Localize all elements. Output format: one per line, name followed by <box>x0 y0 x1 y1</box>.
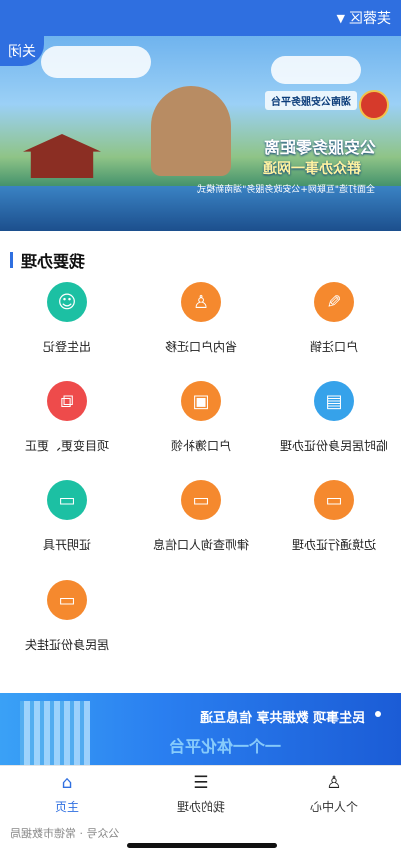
pavilion-image <box>23 134 101 178</box>
user-icon: ♙ <box>326 773 342 793</box>
banner-platform-text: 湖南公安服务平台 <box>265 91 357 110</box>
id-card-icon: ▭ <box>181 480 221 520</box>
tab-label: 个人中心 <box>310 800 359 814</box>
service-birth-registration[interactable]: ☺ 出生登记 <box>0 282 134 355</box>
certificate-icon: ▭ <box>47 480 87 520</box>
promo-text-secondary: 一个一体化平台 <box>168 737 281 756</box>
person-move-icon: ♙ <box>181 282 221 322</box>
service-label: 律师查询人口信息 <box>153 538 250 552</box>
statue-image <box>151 86 231 176</box>
service-hukou-transfer[interactable]: ♙ 省内户口迁移 <box>134 282 268 355</box>
service-label: 项目变更、更正 <box>25 439 110 453</box>
section-accent-bar <box>10 252 13 268</box>
promo-text: 民生事项 数据共享 信息互通 <box>199 711 365 726</box>
region-selector[interactable]: 芙蓉区 ▼ <box>337 8 391 28</box>
service-label: 户口簿补领 <box>171 439 232 453</box>
cloud-decoration <box>271 56 361 84</box>
service-border-pass[interactable]: ▭ 边境通行证办理 <box>267 480 401 553</box>
service-lawyer-query[interactable]: ▭ 律师查询人口信息 <box>134 480 268 553</box>
service-item-change[interactable]: ⧉ 项目变更、更正 <box>0 381 134 454</box>
service-label: 户口注销 <box>310 340 359 354</box>
service-id-card-loss[interactable]: ▭ 居民身份证挂失 <box>0 580 134 653</box>
home-indicator[interactable] <box>127 843 277 848</box>
promo-banner[interactable]: 湖南公安服务平台 公安服务零距离 群众办事一网通 全面打造"互联网+公安政务服务… <box>0 36 401 231</box>
footer-watermark: 公众号 · 常德市数据局 <box>10 827 120 840</box>
tab-profile[interactable]: ♙ 个人中心 <box>267 772 401 815</box>
service-label: 临时居民身份证办理 <box>280 439 389 453</box>
list-icon: ☰ <box>193 773 209 793</box>
cancel-document-icon: ✎ <box>314 282 354 322</box>
section-title: 我要办理 <box>21 252 86 271</box>
service-certificate[interactable]: ▭ 证明开具 <box>0 480 134 553</box>
cloud-decoration <box>41 46 151 78</box>
top-bar: 芙蓉区 ▼ <box>0 0 401 36</box>
edit-clipboard-icon: ⧉ <box>47 381 87 421</box>
dot-decoration <box>375 711 381 717</box>
banner-subline: 群众办事一网通 <box>263 161 361 177</box>
bottom-tab-bar: ⌂ 主页 ☰ 我的办理 ♙ 个人中心 <box>0 765 401 818</box>
building-illustration <box>20 701 90 765</box>
service-label: 证明开具 <box>43 538 92 552</box>
chevron-down-icon: ▼ <box>336 11 345 25</box>
baby-face-icon: ☺ <box>47 282 87 322</box>
tab-label: 主页 <box>55 800 80 814</box>
service-label: 居民身份证挂失 <box>25 638 110 652</box>
id-card-icon: ▭ <box>314 480 354 520</box>
police-badge-icon <box>359 90 389 120</box>
photo-id-icon: ▣ <box>181 381 221 421</box>
home-icon: ⌂ <box>61 773 73 793</box>
banner-headline: 公安服务零距离 <box>263 138 376 157</box>
app-screen: 芙蓉区 ▼ 湖南公安服务平台 公安服务零距离 群众办事一网通 全面打造"互联网+… <box>0 0 401 851</box>
tab-my-applications[interactable]: ☰ 我的办理 <box>134 772 268 815</box>
banner-note: 全面打造"互联网+公安政务服务"湖南新模式 <box>197 185 375 195</box>
service-hukou-cancel[interactable]: ✎ 户口注销 <box>267 282 401 355</box>
service-hukou-book-reissue[interactable]: ▣ 户口簿补领 <box>134 381 268 454</box>
id-card-icon: ▤ <box>314 381 354 421</box>
tab-home[interactable]: ⌂ 主页 <box>0 772 134 815</box>
service-label: 出生登记 <box>43 340 92 354</box>
section-header: 我要办理 <box>10 248 85 272</box>
service-label: 边境通行证办理 <box>292 538 377 552</box>
region-label: 芙蓉区 <box>349 11 391 27</box>
service-temp-id-card[interactable]: ▤ 临时居民身份证办理 <box>267 381 401 454</box>
promo-strip[interactable]: 民生事项 数据共享 信息互通 一个一体化平台 <box>0 693 401 765</box>
tab-label: 我的办理 <box>177 800 226 814</box>
id-card-icon: ▭ <box>47 580 87 620</box>
service-label: 省内户口迁移 <box>165 340 238 354</box>
